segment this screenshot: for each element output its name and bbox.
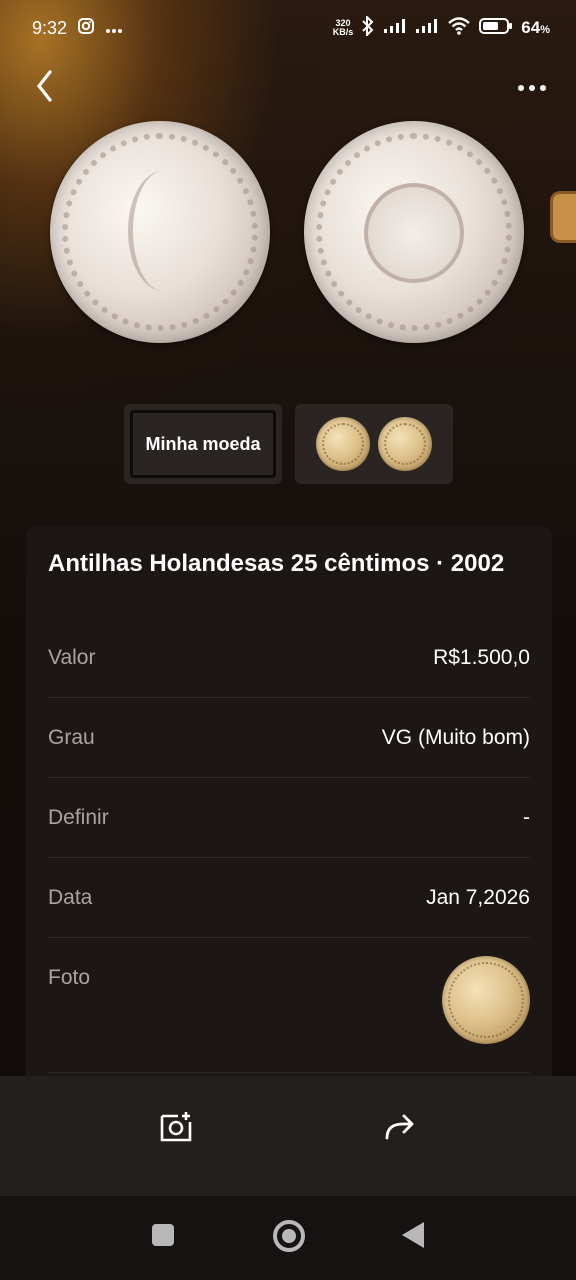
status-time: 9:32 [32, 17, 68, 38]
coin-details-card: Antilhas Holandesas 25 cêntimos · 2002 V… [26, 526, 552, 1086]
catalog-coin-front-thumbnail [316, 417, 370, 471]
wifi-icon [447, 16, 471, 40]
side-tab-handle[interactable] [550, 191, 576, 243]
more-options-button[interactable] [512, 72, 552, 104]
more-dot [529, 85, 535, 91]
detail-row-grade[interactable]: Grau VG (Muito bom) [48, 698, 530, 778]
retake-photo-button[interactable] [156, 1108, 196, 1148]
share-button[interactable] [380, 1108, 420, 1148]
catalog-coin-toggle[interactable] [295, 404, 453, 484]
signal-icon-secondary [415, 18, 439, 39]
chevron-left-icon [34, 69, 54, 108]
status-right: 320 KB/s 64% [333, 14, 550, 41]
back-triangle-icon[interactable] [402, 1222, 424, 1248]
row-value: - [523, 805, 530, 829]
row-label: Valor [48, 645, 96, 669]
detail-row-photo[interactable]: Foto [48, 938, 530, 1073]
coin-front-image[interactable] [50, 121, 270, 343]
coin-title: Antilhas Holandesas 25 cêntimos · 2002 [48, 550, 505, 577]
row-label: Foto [48, 966, 91, 989]
row-label: Definir [48, 805, 109, 829]
my-coin-label: Minha moeda [130, 410, 276, 478]
network-speed: 320 KB/s [333, 19, 354, 37]
system-navigation-bar [0, 1196, 576, 1280]
more-notifications-icon [105, 18, 123, 39]
share-icon [383, 1111, 417, 1146]
row-value: VG (Muito bom) [381, 725, 530, 749]
coin-back-image[interactable] [304, 121, 524, 343]
row-value: R$1.500,0 [433, 645, 530, 669]
more-dot [540, 85, 546, 91]
bottom-action-bar [0, 1076, 576, 1196]
signal-icon [383, 18, 407, 39]
coin-center-relief [364, 183, 464, 283]
battery-percent: 64% [521, 18, 550, 38]
network-speed-unit: KB/s [332, 27, 354, 37]
detail-row-value[interactable]: Valor R$1.500,0 [48, 618, 530, 698]
battery-percent-value: 64 [521, 18, 541, 37]
catalog-coin-back-thumbnail [378, 417, 432, 471]
home-icon[interactable] [273, 1220, 305, 1252]
status-left: 9:32 [32, 17, 123, 40]
recent-apps-icon[interactable] [152, 1224, 174, 1246]
row-label: Grau [48, 725, 95, 749]
battery-icon [479, 17, 513, 40]
camera-icon [158, 1108, 194, 1149]
detail-row-date[interactable]: Data Jan 7,2026 [48, 858, 530, 938]
home-dot [282, 1229, 296, 1243]
more-dot [518, 85, 524, 91]
photo-thumbnail[interactable] [442, 956, 530, 1044]
row-label: Data [48, 885, 93, 909]
coin-tree-relief [128, 171, 198, 291]
battery-percent-unit: % [540, 24, 550, 36]
bluetooth-icon [361, 14, 375, 41]
back-button[interactable] [24, 66, 64, 110]
instagram-icon [77, 17, 95, 40]
my-coin-toggle[interactable]: Minha moeda [124, 404, 282, 484]
row-value: Jan 7,2026 [426, 885, 530, 909]
status-bar: 9:32 320 KB/s 64% [0, 0, 576, 56]
detail-row-set[interactable]: Definir - [48, 778, 530, 858]
